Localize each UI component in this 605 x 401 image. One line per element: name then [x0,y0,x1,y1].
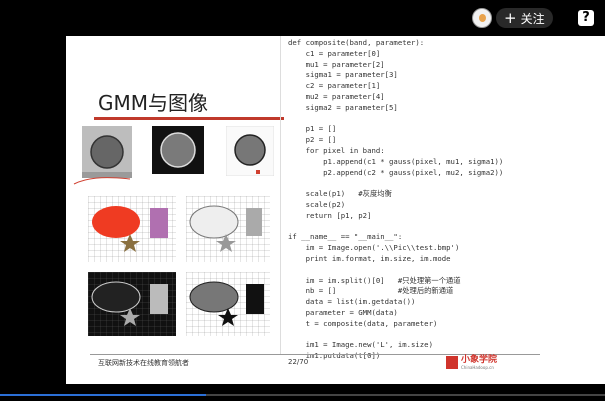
logo-icon [446,356,458,369]
code-line: im = im.split()[0] #只处理第一个通道 [288,275,461,285]
logo-url: ChinaHadoop.cn [461,365,494,370]
code-line: for pixel in band: [288,145,385,155]
code-line: p2.append(c2 * gauss(pixel, mu2, sigma2)… [288,167,504,177]
gray-image-2 [152,126,204,174]
code-line: t = composite(data, parameter) [288,318,438,328]
brand-logo: 小象学院 ChinaHadoop.cn [446,355,497,370]
gray-image-1 [82,126,132,178]
code-line: p1 = [] [288,124,337,134]
title-underline [94,117,284,120]
progress-bar[interactable] [0,394,605,396]
code-line: nb = [] #处理后的新通道 [288,286,454,296]
help-button[interactable]: ? [578,10,594,26]
code-line: data = list(im.getdata()) [288,297,416,307]
code-line: p2 = [] [288,135,337,145]
progress-bar-fill [0,394,206,396]
code-line: sigma2 = parameter[5] [288,102,398,112]
scribble-mark [72,174,132,188]
grid-image-dark [88,272,176,336]
code-line: print im.format, im.size, im.mode [288,253,451,263]
video-top-bar: + 关注 ? [0,0,605,36]
footer-slogan: 互联网新技术在线教育领航者 [98,359,189,367]
player-bottom-bar [0,384,605,401]
code-line: scale(p2) [288,199,346,209]
column-divider [280,36,281,354]
code-line: c1 = parameter[0] [288,48,381,58]
code-line: parameter = GMM(data) [288,307,398,317]
follow-button[interactable]: + 关注 [496,8,553,28]
slide: GMM与图像 def composite(band, parameter): c… [66,36,605,384]
page-number: 22/70 [288,358,309,366]
slide-title: GMM与图像 [98,91,209,115]
follow-label: 关注 [520,11,545,26]
code-line: mu2 = parameter[4] [288,91,385,101]
code-line: mu1 = parameter[2] [288,59,385,69]
grid-image-gray [186,196,270,262]
logo-name: 小象学院 [461,355,498,365]
grid-image-color [88,196,176,262]
code-line: if __name__ == "__main__": [288,232,403,242]
channel-avatar[interactable] [472,8,492,28]
code-line: sigma1 = parameter[3] [288,70,398,80]
code-line: c2 = parameter[1] [288,81,381,91]
plus-icon: + [504,8,517,27]
code-line: p1.append(c1 * gauss(pixel, mu1, sigma1)… [288,156,504,166]
code-line: scale(p1) #灰度均衡 [288,189,392,199]
code-listing: def composite(band, parameter): c1 = par… [288,38,605,362]
code-line: im1 = Image.new('L', im.size) [288,340,433,350]
gray-image-3 [226,126,274,176]
grid-image-light [186,272,270,336]
code-line: return [p1, p2] [288,210,372,220]
code-line: def composite(band, parameter): [288,38,425,47]
code-line: im = Image.open('.\\Pic\\test.bmp') [288,243,460,253]
